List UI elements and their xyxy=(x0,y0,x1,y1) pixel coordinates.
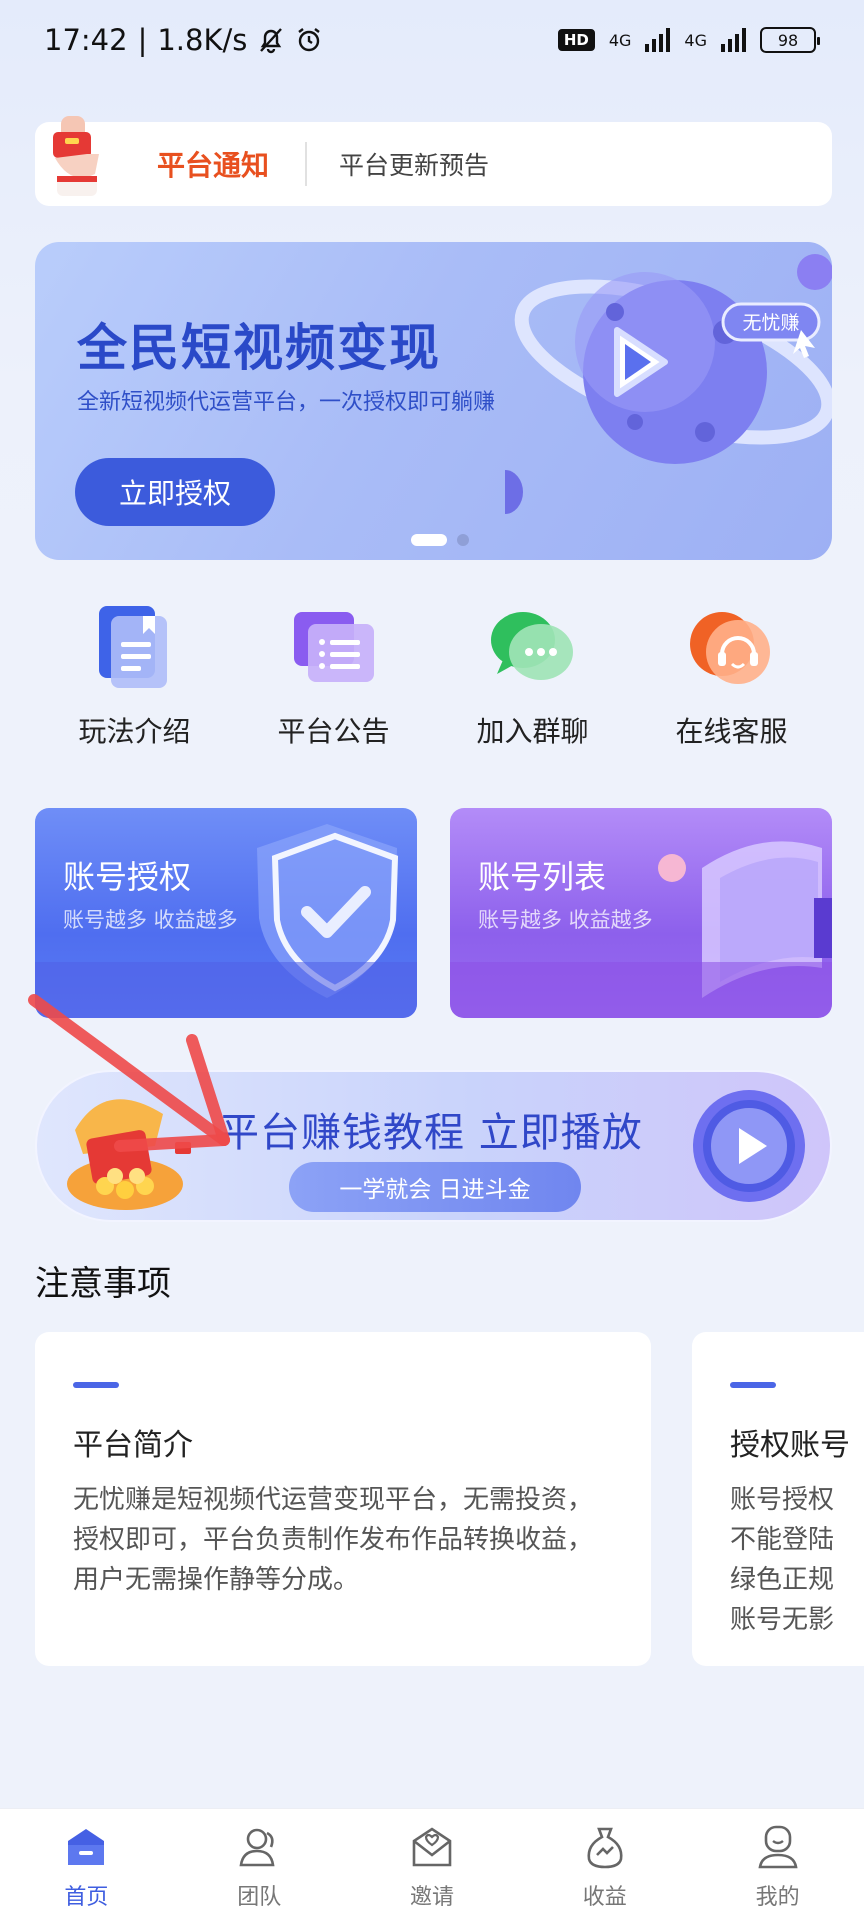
play-button-icon[interactable] xyxy=(691,1088,807,1204)
banner-subtitle: 全新短视频代运营平台，一次授权即可躺赚 xyxy=(77,390,496,415)
network-type-1: 4G xyxy=(608,30,632,50)
invite-icon xyxy=(412,1827,452,1867)
tab-label: 首页 xyxy=(64,1885,109,1910)
bell-muted-icon xyxy=(260,28,283,54)
tab-home[interactable]: 首页 xyxy=(0,1809,173,1920)
quick-entry-label: 加入群聊 xyxy=(476,715,589,748)
authorize-now-button[interactable]: 立即授权 xyxy=(75,458,275,526)
tab-label: 团队 xyxy=(237,1885,282,1910)
alarm-icon xyxy=(298,28,321,52)
quick-entry-label: 玩法介绍 xyxy=(78,715,191,748)
earnings-icon xyxy=(587,1827,623,1869)
note-title: 平台简介 xyxy=(73,1428,193,1463)
notice-text[interactable]: 平台更新预告 xyxy=(339,146,489,182)
quick-entry-group-chat[interactable]: 加入群聊 xyxy=(433,600,632,760)
quick-entry-guide[interactable]: 玩法介绍 xyxy=(35,600,234,760)
carousel-dot-active[interactable] xyxy=(411,534,447,546)
tab-profile[interactable]: 我的 xyxy=(691,1809,864,1920)
note-title: 授权账号 xyxy=(730,1428,850,1463)
note-accent-bar xyxy=(730,1382,776,1388)
bottom-tab-bar: 首页 团队 邀请 收益 我的 xyxy=(0,1808,864,1920)
planet-play-icon: 无忧赚 xyxy=(505,254,832,514)
red-arrow-icon xyxy=(28,994,230,1152)
tab-label: 邀请 xyxy=(409,1885,454,1910)
tutorial-title: 平台赚钱教程 立即播放 xyxy=(219,1110,643,1156)
card-title: 账号列表 xyxy=(478,858,607,896)
card-footer-band xyxy=(450,962,832,1018)
tab-label: 我的 xyxy=(755,1885,800,1910)
hand-envelope-icon xyxy=(53,116,99,196)
status-left: 17:42 | 1.8K/s xyxy=(44,23,323,57)
quick-entry-announcement[interactable]: 平台公告 xyxy=(234,600,433,760)
card-subtitle: 账号越多 收益越多 xyxy=(63,908,238,932)
tab-invite[interactable]: 邀请 xyxy=(346,1809,519,1920)
status-speed: 1.8K/s xyxy=(157,23,248,57)
tutorial-subtitle: 一学就会 日进斗金 xyxy=(289,1162,581,1212)
home-icon xyxy=(68,1829,105,1865)
team-icon xyxy=(239,1828,275,1867)
document-icon xyxy=(98,606,167,688)
notice-divider xyxy=(305,142,307,186)
status-bar: 17:42 | 1.8K/s HD 4G 4G 98 xyxy=(0,0,864,80)
status-time: 17:42 xyxy=(44,23,128,57)
notes-section-title: 注意事项 xyxy=(35,1264,171,1304)
tab-label: 收益 xyxy=(582,1885,627,1910)
status-right: HD 4G 4G 98 xyxy=(557,27,820,53)
note-body: 账号授权 不能登陆 绿色正规 账号无影 xyxy=(730,1480,864,1640)
wechat-icon xyxy=(490,612,573,680)
card-title: 账号授权 xyxy=(63,858,192,896)
note-card[interactable]: 平台简介 无忧赚是短视频代运营变现平台，无需投资，授权即可，平台负责制作发布作品… xyxy=(35,1332,651,1666)
carousel-dot[interactable] xyxy=(457,534,469,546)
headset-icon xyxy=(689,612,770,684)
quick-entry-support[interactable]: 在线客服 xyxy=(632,600,831,760)
signal-icon xyxy=(721,28,746,52)
network-type-2: 4G xyxy=(684,30,707,50)
account-authorize-card[interactable]: 账号授权 账号越多 收益越多 xyxy=(35,808,417,1018)
quick-entry-label: 在线客服 xyxy=(675,715,788,748)
notice-title: 平台通知 xyxy=(157,149,270,182)
note-body: 无忧赚是短视频代运营变现平台，无需投资，授权即可，平台负责制作发布作品转换收益，… xyxy=(73,1485,594,1595)
note-line: 不能登陆 xyxy=(730,1525,835,1555)
hd-badge: HD xyxy=(557,29,595,51)
carousel-indicator xyxy=(411,534,469,546)
note-card[interactable]: 授权账号 账号授权 不能登陆 绿色正规 账号无影 xyxy=(692,1332,864,1666)
status-divider: | xyxy=(137,23,148,57)
card-subtitle: 账号越多 收益越多 xyxy=(478,908,653,932)
quick-entry-grid: 玩法介绍 平台公告 加入群聊 在线客服 xyxy=(35,600,832,760)
note-line: 绿色正规 xyxy=(730,1565,835,1595)
profile-icon xyxy=(758,1825,798,1869)
note-accent-bar xyxy=(73,1382,119,1388)
note-line: 账号授权 xyxy=(730,1485,835,1515)
notice-bar[interactable]: 平台通知 平台更新预告 xyxy=(35,116,832,206)
banner-title: 全民短视频变现 xyxy=(77,319,441,377)
tab-team[interactable]: 团队 xyxy=(173,1809,346,1920)
signal-icon xyxy=(645,28,671,52)
tab-earnings[interactable]: 收益 xyxy=(518,1809,691,1920)
battery-level: 98 xyxy=(777,30,799,50)
battery-icon: 98 xyxy=(760,27,820,53)
announcement-icon xyxy=(293,612,374,682)
quick-entry-label: 平台公告 xyxy=(277,715,390,748)
banner-badge: 无忧赚 xyxy=(742,312,799,334)
promo-banner[interactable]: 全民短视频变现 全新短视频代运营平台，一次授权即可躺赚 立即授权 无忧赚 xyxy=(35,242,832,560)
account-list-card[interactable]: 账号列表 账号越多 收益越多 xyxy=(450,808,832,1018)
note-line: 账号无影 xyxy=(730,1605,835,1635)
